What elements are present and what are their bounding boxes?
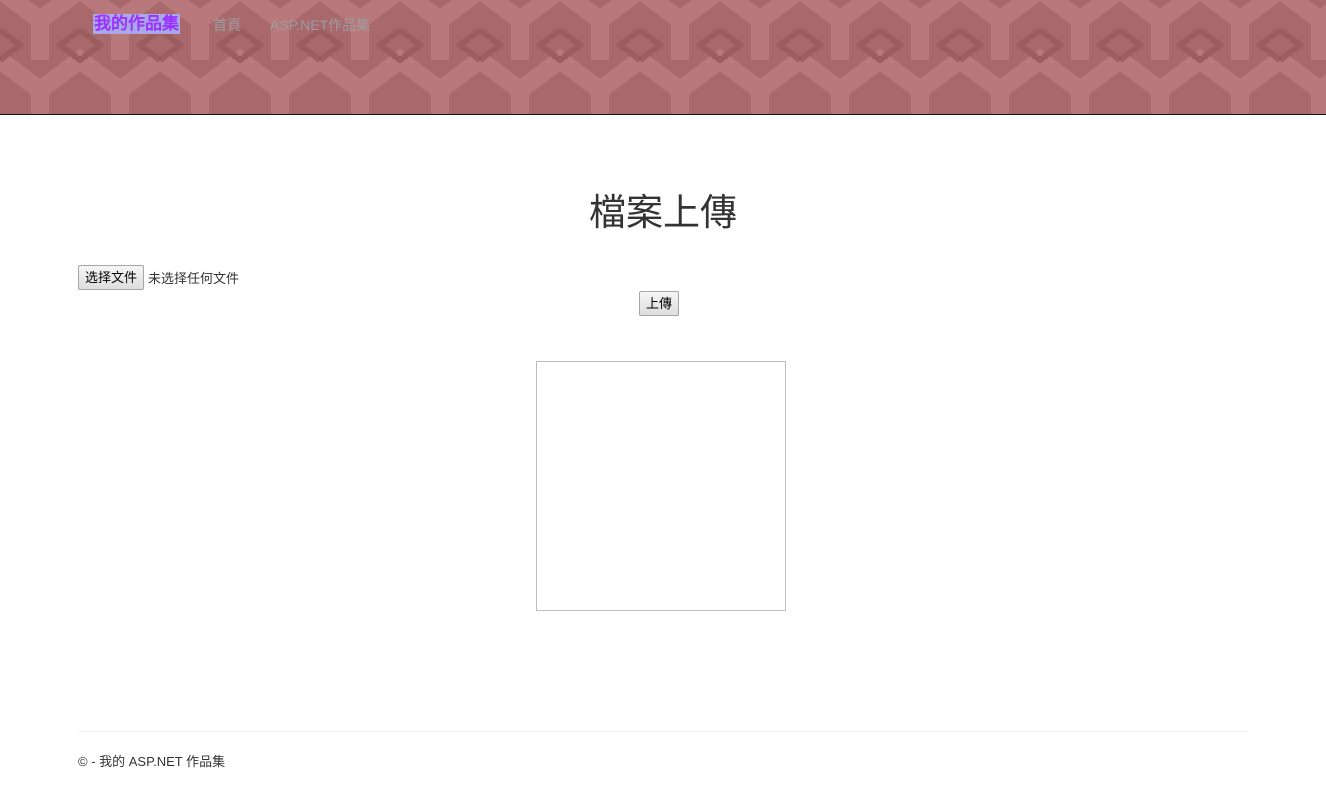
header-pattern-background (0, 0, 1326, 114)
image-preview-box (536, 361, 786, 611)
nav-link-aspnet-portfolio[interactable]: ASP.NET作品集 (270, 16, 370, 34)
nav-link-home[interactable]: 首頁 (213, 16, 241, 34)
brand-link[interactable]: 我的作品集 (93, 14, 180, 34)
site-header: 我的作品集 首頁 ASP.NET作品集 (0, 0, 1326, 115)
footer-copyright: © - 我的 ASP.NET 作品集 (78, 754, 226, 769)
page-title: 檔案上傳 (589, 192, 737, 233)
choose-file-button[interactable]: 选择文件 (78, 265, 145, 290)
footer-divider (78, 731, 1248, 732)
upload-button[interactable]: 上傳 (639, 291, 680, 316)
file-status-text: 未选择任何文件 (148, 271, 240, 286)
file-input: 选择文件 未选择任何文件 (78, 265, 239, 290)
